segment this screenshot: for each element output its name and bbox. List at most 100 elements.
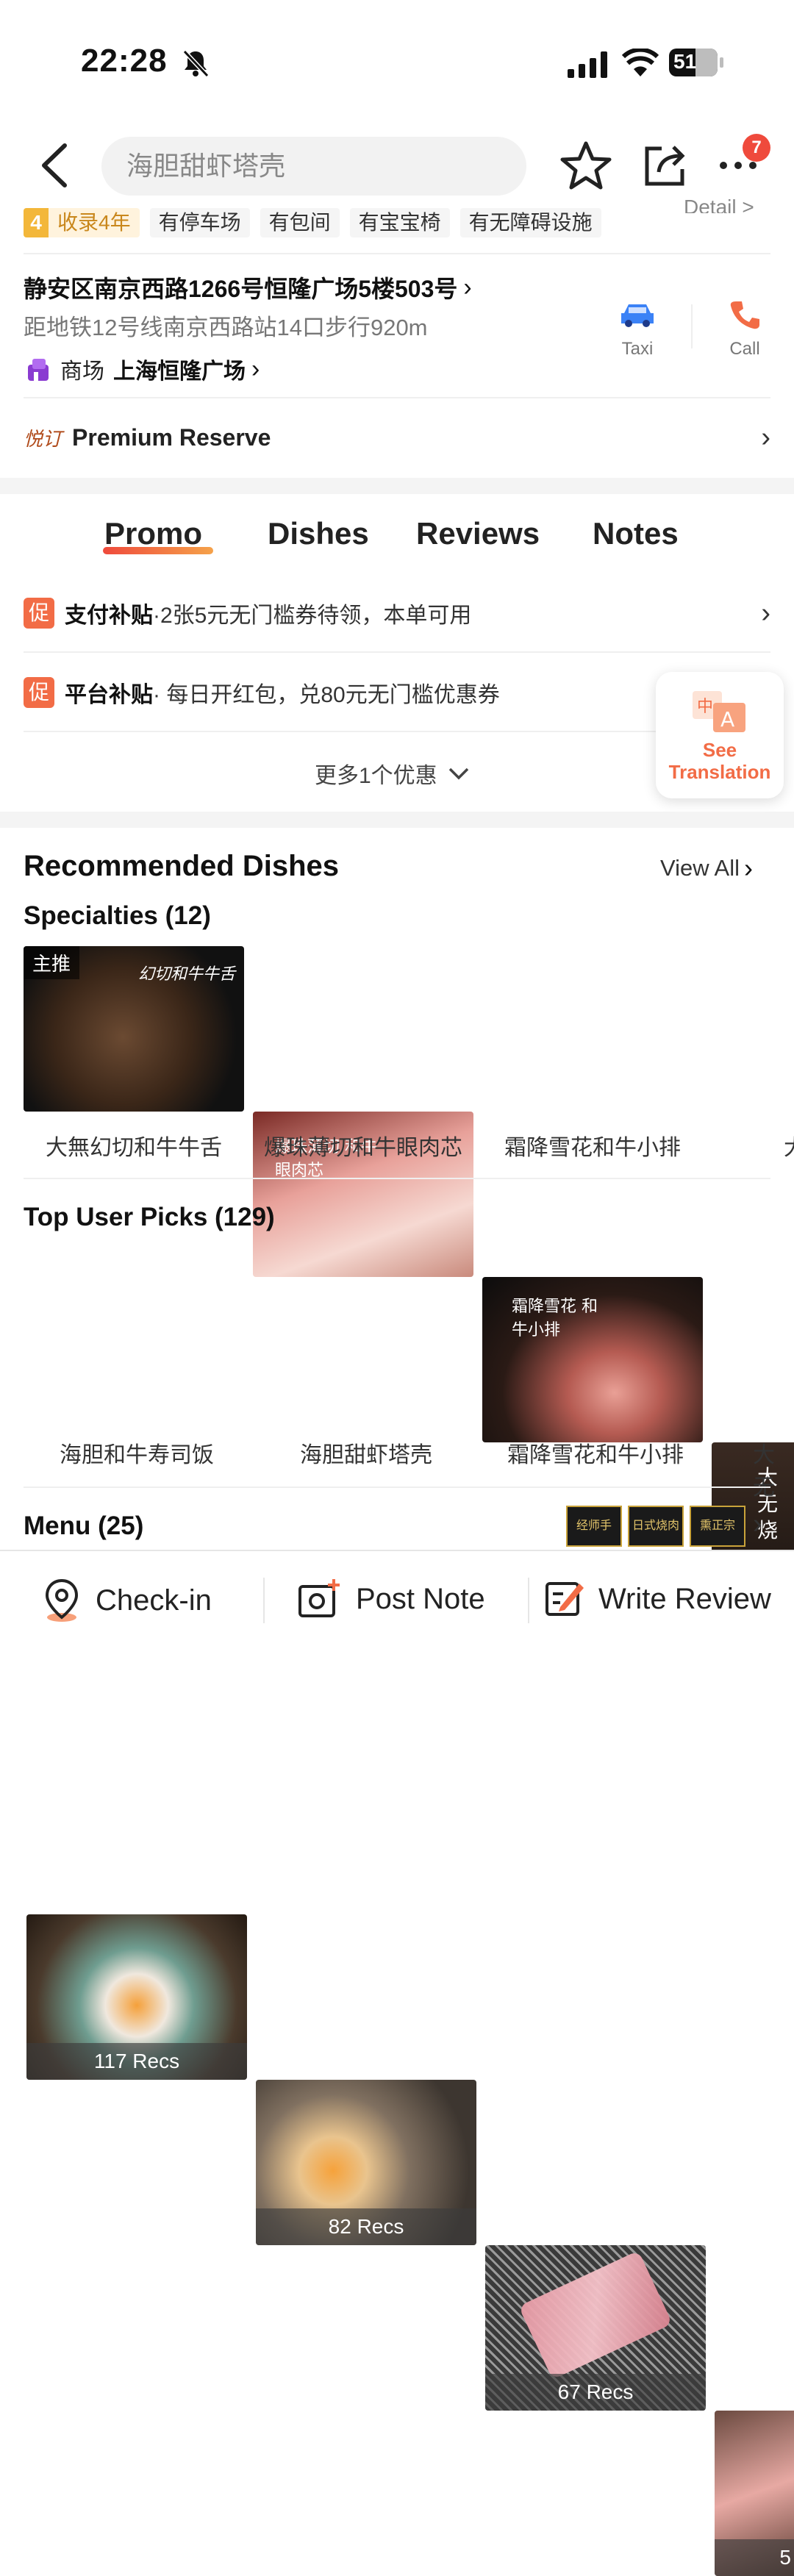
tab-promo[interactable]: Promo <box>104 516 202 551</box>
phone-icon <box>730 301 759 329</box>
svg-text:中: 中 <box>697 698 713 716</box>
post-note-button[interactable]: Post Note <box>297 1578 485 1620</box>
tab-notes[interactable]: Notes <box>593 516 679 551</box>
menu-thumb: 日式烧肉 <box>628 1506 684 1547</box>
divider <box>24 397 770 398</box>
promo-icon: 促 <box>24 598 54 629</box>
dish-name: 大無幻切和牛牛舌 <box>46 1136 222 1160</box>
promo-row[interactable]: 促 支付补贴·2张5元无门槛券待领，本单可用 › <box>24 597 770 629</box>
tab-underline <box>103 547 213 554</box>
battery-level: 51 <box>673 50 697 73</box>
promo-text: 平台补贴· 每日开红包，兑80元无门槛优惠券 <box>65 676 500 709</box>
mall-label: 商场 <box>60 359 104 384</box>
svg-text:A: A <box>720 707 734 731</box>
pick-image[interactable]: 82 Recs <box>256 2080 476 2245</box>
taxi-label: Taxi <box>621 339 654 359</box>
years-num: 4 <box>24 208 49 237</box>
battery-icon: 51 <box>669 49 723 76</box>
promo-title: 支付补贴 <box>65 604 153 628</box>
metro-distance: 距地铁12号线南京西路站14口步行920m <box>24 315 428 340</box>
taxi-icon <box>621 304 654 327</box>
notification-badge: 7 <box>743 134 770 162</box>
premium-reserve-row[interactable]: 悦订 Premium Reserve › <box>24 422 770 454</box>
divider <box>24 1486 770 1488</box>
view-all-label: View All <box>660 855 740 881</box>
menu-thumb: 经师手 <box>566 1506 622 1547</box>
write-review-button[interactable]: Write Review <box>544 1578 771 1620</box>
address-line[interactable]: 静安区南京西路1266号恒隆广场5楼503号 › <box>24 271 472 304</box>
wifi-icon <box>621 47 659 82</box>
pick-image[interactable]: 67 Recs <box>485 2245 706 2411</box>
write-review-label: Write Review <box>598 1582 771 1615</box>
divider <box>263 1578 265 1623</box>
menu-thumb: 熏正宗 <box>690 1506 745 1547</box>
chevron-right-icon: › <box>761 422 770 453</box>
divider <box>528 1578 529 1623</box>
view-all-link[interactable]: View All › <box>660 853 753 884</box>
dish-overlay-text: 霜降雪花 和牛小排 <box>512 1298 598 1339</box>
chevron-right-icon: › <box>251 354 260 383</box>
divider <box>24 1178 770 1179</box>
translation-label-1: See <box>702 739 737 761</box>
call-label: Call <box>729 339 760 359</box>
promo-text: 支付补贴·2张5元无门槛券待领，本单可用 <box>65 597 471 629</box>
chevron-right-icon: › <box>761 597 770 629</box>
more-promos-button[interactable]: 更多1个优惠 <box>315 757 470 790</box>
taxi-button[interactable]: Taxi <box>610 300 665 359</box>
dish-image[interactable]: 霜降雪花 和牛小排 <box>482 1277 703 1442</box>
premium-label: Premium Reserve <box>72 424 271 451</box>
divider <box>24 731 656 732</box>
post-note-label: Post Note <box>356 1582 485 1615</box>
pick-name: 海胆甜虾塔壳 <box>300 1443 432 1467</box>
search-input[interactable]: 海胆甜虾塔壳 <box>101 137 526 196</box>
facility-tag: 有停车场 <box>149 208 250 237</box>
camera-plus-icon <box>298 1579 340 1617</box>
mall-name: 上海恒隆广场 <box>113 359 246 384</box>
pick-name: 海胆和牛寿司饭 <box>60 1443 214 1467</box>
menu-title[interactable]: Menu (25) <box>24 1511 143 1541</box>
facility-tag: 有宝宝椅 <box>349 208 450 237</box>
translation-label-2: Translation <box>668 761 771 783</box>
checkin-button[interactable]: Check-in <box>41 1578 212 1623</box>
promo-title: 平台补贴 <box>65 683 153 707</box>
section-separator <box>0 812 794 828</box>
divider <box>24 651 770 653</box>
promo-row[interactable]: 促 平台补贴· 每日开红包，兑80元无门槛优惠券 <box>24 676 500 709</box>
chevron-right-icon[interactable]: › <box>753 1509 762 1540</box>
facility-tag: 有无障碍设施 <box>459 208 601 237</box>
dish-image[interactable]: 主推 幻切和牛牛舌 <box>24 946 244 1112</box>
recs-count: 82 Recs <box>256 2208 476 2245</box>
translate-icon: 中A <box>693 691 745 732</box>
tab-reviews[interactable]: Reviews <box>416 516 540 551</box>
promo-detail: · 每日开红包，兑80元无门槛优惠券 <box>153 683 500 707</box>
tab-dishes[interactable]: Dishes <box>268 516 369 551</box>
dish-name: 爆珠薄切和牛眼肉芯 <box>264 1136 462 1160</box>
pick-name: 大无 <box>753 1443 775 1500</box>
call-button[interactable]: Call <box>718 298 772 359</box>
pick-image[interactable]: 117 Recs <box>26 1914 247 2080</box>
pick-image[interactable]: 5 <box>715 2411 794 2576</box>
dish-name: 大 <box>784 1129 794 1162</box>
recommended-title: Recommended Dishes <box>24 850 340 882</box>
detail-link[interactable]: Detail > <box>684 196 754 213</box>
back-icon[interactable] <box>37 141 74 193</box>
specialties-title: Specialties (12) <box>24 901 211 930</box>
mall-icon <box>25 356 51 382</box>
dish-badge: 主推 <box>24 946 80 979</box>
promo-icon: 促 <box>24 677 54 708</box>
chevron-right-icon: › <box>744 853 753 883</box>
divider <box>24 253 770 254</box>
favorite-star-icon[interactable] <box>560 140 612 195</box>
tags-row: 4 收录4年 有停车场 有包间 有宝宝椅 有无障碍设施 <box>24 208 612 237</box>
menu-thumbs[interactable]: 经师手 日式烧肉 熏正宗 <box>566 1506 745 1547</box>
recs-count: 117 Recs <box>26 2043 247 2080</box>
premium-logo: 悦订 <box>24 429 62 451</box>
section-separator <box>0 478 794 494</box>
pick-name: 霜降雪花和牛小排 <box>507 1443 684 1467</box>
chevron-down-icon <box>448 768 468 780</box>
mall-link[interactable]: 商场 上海恒隆广场 › <box>25 353 260 385</box>
years-tag: 4 收录4年 <box>24 208 140 237</box>
chevron-right-icon: › <box>463 273 472 301</box>
share-icon[interactable] <box>641 141 690 193</box>
translation-button[interactable]: 中A See Translation <box>656 672 784 798</box>
